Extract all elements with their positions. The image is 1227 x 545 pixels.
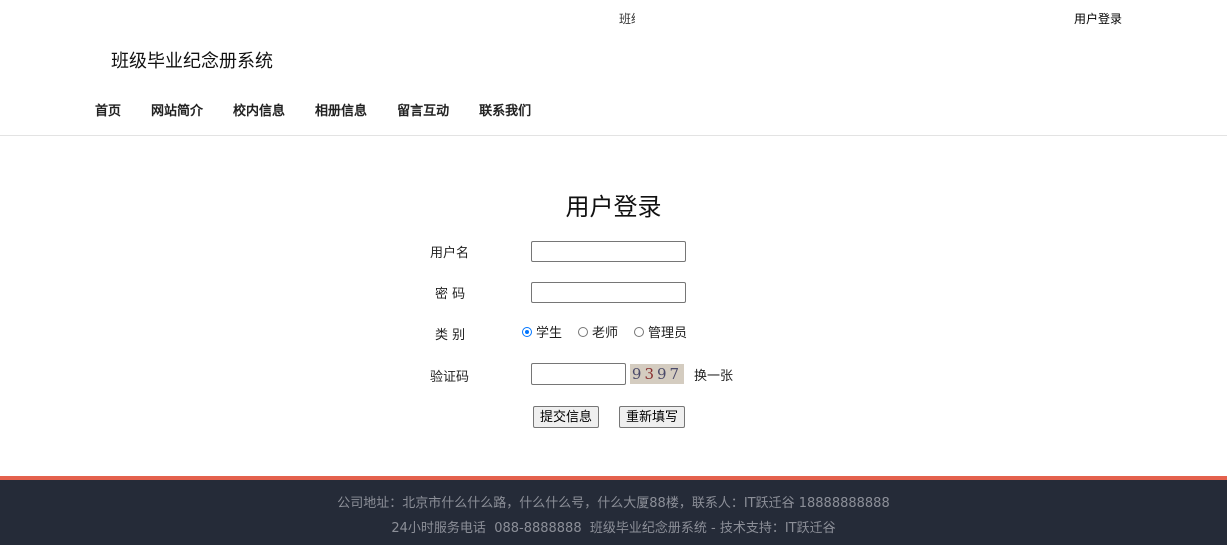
captcha-char: 3 xyxy=(644,365,657,383)
captcha-refresh-link[interactable]: 换一张 xyxy=(694,365,733,384)
radio-label: 管理员 xyxy=(648,326,688,341)
nav-item-intro[interactable]: 网站简介 xyxy=(151,100,203,119)
captcha-image[interactable]: 9 3 9 7 xyxy=(630,364,684,384)
captcha-char: 7 xyxy=(669,365,683,383)
footer: 公司地址：北京市什么什么路，什么什么号，什么大厦88楼，联系人：IT跃迁谷 18… xyxy=(0,476,1227,545)
captcha-char: 9 xyxy=(657,365,670,383)
captcha-char: 9 xyxy=(631,365,645,383)
nav-item-contact[interactable]: 联系我们 xyxy=(479,100,531,119)
radio-option-teacher[interactable]: 老师 xyxy=(578,322,618,341)
nav-item-guestbook[interactable]: 留言互动 xyxy=(397,100,449,119)
radio-button[interactable] xyxy=(634,326,645,337)
nav-item-home[interactable]: 首页 xyxy=(95,100,121,119)
radio-button[interactable] xyxy=(522,326,532,337)
top-marquee-text: 班级 xyxy=(619,12,635,26)
footer-address: 公司地址：北京市什么什么路，什么什么号，什么大厦88楼，联系人：IT跃迁谷 18… xyxy=(337,496,890,511)
site-title: 班级毕业纪念册系统 xyxy=(111,51,273,72)
radio-option-student[interactable]: 学生 xyxy=(522,322,562,341)
login-title: 用户登录 xyxy=(565,193,662,221)
category-label: 类 别 xyxy=(435,328,466,343)
category-radio-group: 学生 老师 管理员 xyxy=(522,322,703,341)
nav-item-album[interactable]: 相册信息 xyxy=(315,100,367,119)
radio-button[interactable] xyxy=(578,326,589,337)
footer-contact: 24小时服务电话 088-8888888 班级毕业纪念册系统 - 技术支持：IT… xyxy=(391,521,836,536)
radio-label: 老师 xyxy=(592,326,619,341)
top-login-link[interactable]: 用户登录 xyxy=(1074,10,1122,27)
radio-label: 学生 xyxy=(536,326,563,341)
reset-button[interactable]: 重新填写 xyxy=(619,406,686,428)
captcha-input[interactable] xyxy=(531,363,626,385)
captcha-label: 验证码 xyxy=(430,370,470,385)
password-label: 密 码 xyxy=(435,287,466,302)
username-input[interactable] xyxy=(531,241,686,262)
main-nav: 首页 网站简介 校内信息 相册信息 留言互动 联系我们 xyxy=(95,100,561,119)
nav-item-campus-info[interactable]: 校内信息 xyxy=(233,100,285,119)
password-input[interactable] xyxy=(531,282,686,303)
radio-option-admin[interactable]: 管理员 xyxy=(634,322,687,341)
username-label: 用户名 xyxy=(430,246,470,261)
header-divider xyxy=(0,135,1227,136)
submit-button[interactable]: 提交信息 xyxy=(533,406,600,428)
